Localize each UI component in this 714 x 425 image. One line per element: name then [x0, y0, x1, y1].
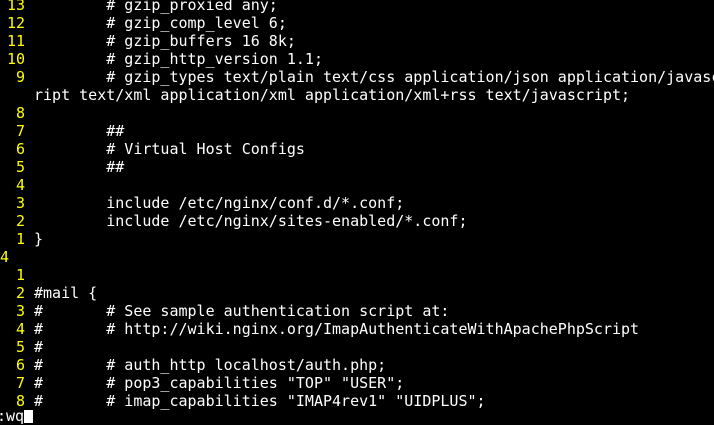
line-number: 7	[15, 374, 25, 392]
line-text: ##	[34, 122, 125, 140]
code-line-wrapped: ript text/xml application/xml applicatio…	[0, 86, 714, 104]
code-line: 3 include /etc/nginx/conf.d/*.conf;	[0, 194, 714, 212]
line-number: 11	[6, 32, 25, 50]
line-number: 2	[15, 212, 25, 230]
code-line: 1	[0, 266, 714, 284]
line-text: # # pop3_capabilities "TOP" "USER";	[34, 374, 405, 392]
line-number: 1	[15, 266, 25, 284]
line-text: # Virtual Host Configs	[34, 140, 305, 158]
line-number: 5	[15, 338, 25, 356]
code-line: 2 include /etc/nginx/sites-enabled/*.con…	[0, 212, 714, 230]
line-text: # gzip_http_version 1.1;	[34, 50, 323, 68]
line-text: ##	[34, 158, 125, 176]
line-number: 7	[15, 122, 25, 140]
editor-buffer[interactable]: 13 # gzip_proxied any; 12 # gzip_comp_le…	[0, 0, 714, 410]
line-text: include /etc/nginx/conf.d/*.conf;	[34, 194, 405, 212]
code-line: 13 # gzip_proxied any;	[0, 0, 714, 14]
code-line: 8 # # imap_capabilities "IMAP4rev1" "UIDP…	[0, 392, 714, 410]
line-number: 9	[15, 68, 25, 86]
line-number: 3	[15, 302, 25, 320]
code-line: 7 ##	[0, 122, 714, 140]
line-text: # # imap_capabilities "IMAP4rev1" "UIDPL…	[34, 392, 486, 410]
line-text: include /etc/nginx/sites-enabled/*.conf;	[34, 212, 468, 230]
line-text: # gzip_types text/plain text/css applica…	[34, 68, 714, 86]
code-line: 1}	[0, 230, 714, 248]
code-line: 6 # # auth_http localhost/auth.php;	[0, 356, 714, 374]
line-number: 4	[15, 320, 25, 338]
line-text: #mail {	[34, 284, 98, 302]
line-number: 6	[15, 140, 25, 158]
current-code-line: 64	[0, 248, 714, 266]
line-text: #	[34, 338, 44, 356]
code-line: 7 # # pop3_capabilities "TOP" "USER";	[0, 374, 714, 392]
code-line: 2 #mail {	[0, 284, 714, 302]
command-text: :wq	[0, 407, 25, 425]
line-number: 10	[6, 50, 25, 68]
code-line: 10 # gzip_http_version 1.1;	[0, 50, 714, 68]
line-text: ript text/xml application/xml applicatio…	[34, 86, 631, 104]
code-line: 5 #	[0, 338, 714, 356]
line-text: # # See sample authentication script at:	[34, 302, 450, 320]
command-line[interactable]: :wq	[0, 407, 34, 425]
line-number: 8	[15, 104, 25, 122]
code-line: 6 # Virtual Host Configs	[0, 140, 714, 158]
code-line: 8	[0, 104, 714, 122]
code-line: 4 # # http://wiki.nginx.org/ImapAuthentic…	[0, 320, 714, 338]
line-number: 2	[15, 284, 25, 302]
line-text: # gzip_buffers 16 8k;	[34, 32, 296, 50]
line-text: # gzip_proxied any;	[34, 0, 278, 14]
code-line: 4	[0, 176, 714, 194]
line-text: # # http://wiki.nginx.org/ImapAuthentica…	[34, 320, 640, 338]
code-line: 12 # gzip_comp_level 6;	[0, 14, 714, 32]
line-number: 12	[6, 14, 25, 32]
line-number: 5	[15, 158, 25, 176]
code-line: 3 # # See sample authentication script at…	[0, 302, 714, 320]
line-text: }	[34, 230, 44, 248]
line-number: 4	[15, 176, 25, 194]
current-line-number: 64	[0, 248, 10, 266]
code-line: 9 # gzip_types text/plain text/css appli…	[0, 68, 714, 86]
line-number: 3	[15, 194, 25, 212]
line-text: # # auth_http localhost/auth.php;	[34, 356, 387, 374]
code-line: 5 ##	[0, 158, 714, 176]
text-cursor	[24, 410, 34, 423]
line-number: 6	[15, 356, 25, 374]
line-text: # gzip_comp_level 6;	[34, 14, 287, 32]
line-number: 13	[6, 0, 25, 14]
code-line: 11 # gzip_buffers 16 8k;	[0, 32, 714, 50]
line-number: 1	[15, 230, 25, 248]
